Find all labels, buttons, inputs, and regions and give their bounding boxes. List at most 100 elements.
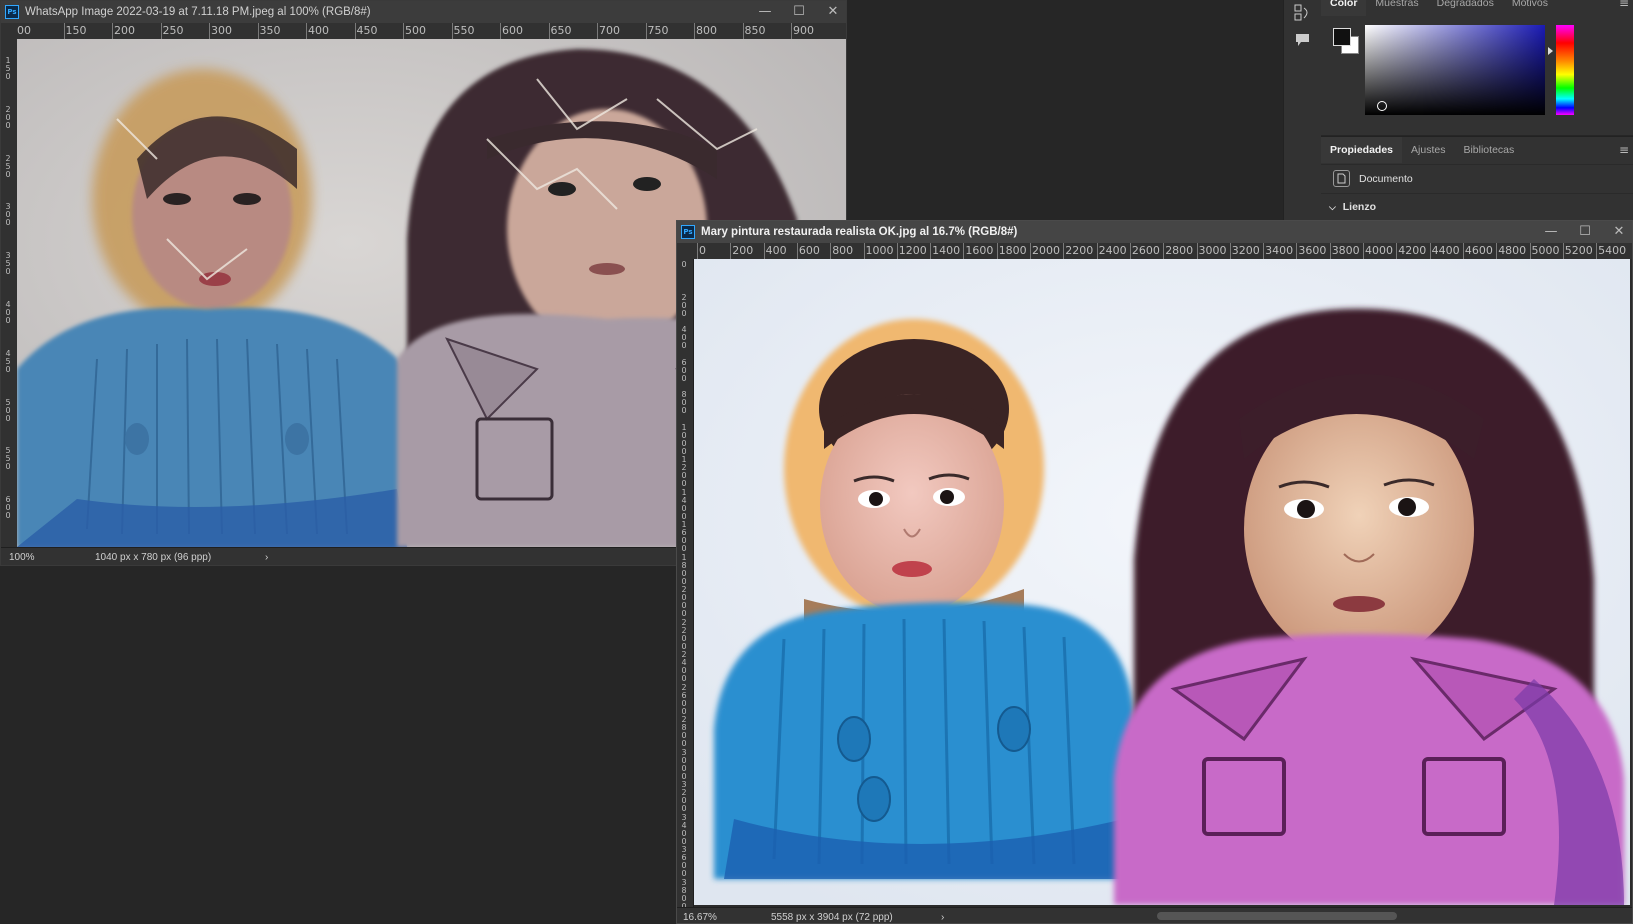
ruler-tick-label: 0 [681, 260, 687, 269]
ruler-tick-label: 2 4 0 0 [681, 650, 687, 683]
ruler-tick-label: 150 [65, 24, 87, 37]
ruler-tick-label: 800 [696, 24, 717, 37]
ruler-tick-label: 300 [211, 24, 232, 37]
ruler-tick-line [1529, 243, 1531, 259]
ruler-tick-line [1030, 243, 1031, 259]
ruler-tick-label: 2000 [1032, 244, 1060, 257]
document-properties-row: Documento [1321, 164, 1633, 194]
ruler-tick-label: 3 5 0 [5, 251, 11, 277]
maximize-icon[interactable]: ☐ [1578, 225, 1592, 239]
history-icon[interactable] [1294, 4, 1311, 21]
minimize-icon[interactable]: — [1544, 225, 1558, 239]
ruler-tick-label: 500 [405, 24, 426, 37]
hue-slider-arrow[interactable] [1548, 47, 1553, 55]
ruler-tick-line [1163, 243, 1165, 259]
ruler-tick-label: 2 5 0 [5, 153, 11, 179]
ruler-tick-line [930, 243, 932, 259]
photoshop-icon: Ps [681, 225, 695, 239]
ruler-tick-label: 200 [732, 244, 754, 257]
ruler-tick-line [597, 23, 598, 39]
panel-menu-icon[interactable]: ≡ [1619, 143, 1629, 157]
vertical-ruler[interactable]: 1 5 0 2 0 0 2 5 0 3 0 0 3 5 0 4 0 0 4 5 0 5 0 0… [1, 39, 18, 547]
ruler-tick-label: 5000 [1531, 244, 1560, 257]
ruler-tick-line [742, 23, 744, 39]
tab-motivos[interactable]: Motivos [1503, 0, 1557, 16]
zoom-level[interactable]: 16.67% [683, 912, 733, 923]
horizontal-ruler[interactable]: 00 150 200 250 300 350 400 450 500 550 600 650 700 75… [17, 23, 846, 40]
document-window-restored[interactable]: Ps Mary pintura restaurada realista OK.j… [676, 220, 1633, 924]
ruler-tick-line [209, 23, 210, 39]
comment-icon[interactable] [1295, 33, 1310, 47]
ruler-tick-label: 1 4 0 0 [681, 487, 687, 521]
ruler-tick-line [354, 23, 356, 39]
ruler-tick-label: 900 [793, 24, 814, 37]
ruler-tick-line [863, 243, 865, 259]
ruler-tick-label: 4800 [1498, 244, 1527, 257]
tab-color[interactable]: Color [1321, 0, 1367, 16]
tab-ajustes[interactable]: Ajustes [1402, 137, 1454, 163]
status-menu-arrow[interactable]: › [265, 552, 268, 563]
tab-degradados[interactable]: Degradados [1428, 0, 1503, 16]
ruler-tick-line [697, 243, 698, 259]
ruler-tick-label: 2800 [1165, 244, 1194, 257]
ruler-tick-label: 2600 [1131, 244, 1160, 257]
document-titlebar[interactable]: Ps Mary pintura restaurada realista OK.j… [677, 221, 1632, 244]
ruler-tick-label: 4600 [1464, 244, 1493, 257]
vertical-ruler[interactable]: 0 2 0 0 4 0 0 6 0 0 8 0 0 1 0 0 01 2 0 01 4 0… [677, 259, 694, 907]
color-field-picker[interactable] [1365, 25, 1545, 115]
tab-propiedades[interactable]: Propiedades [1321, 137, 1403, 163]
close-icon[interactable]: ✕ [826, 5, 840, 19]
color-picker-cursor[interactable] [1377, 101, 1387, 111]
ruler-tick-label: 1 8 0 0 [681, 552, 687, 586]
ruler-tick-label: 450 [356, 24, 378, 37]
ruler-tick-label: 3400 [1265, 244, 1294, 257]
zoom-level[interactable]: 100% [9, 552, 59, 563]
properties-panel: Propiedades Ajustes Bibliotecas ≡ Docume… [1321, 136, 1633, 231]
ruler-tick-line [730, 243, 732, 259]
ruler-tick-line [1096, 243, 1098, 259]
ruler-tick-label: 5400 [1598, 244, 1627, 257]
ruler-tick-label: 00 [17, 24, 31, 37]
ruler-tick-line [1496, 243, 1498, 259]
section-lienzo[interactable]: ⌵ Lienzo [1329, 201, 1376, 213]
ruler-tick-label: 1800 [998, 244, 1027, 257]
ruler-tick-label: 3600 [1298, 244, 1327, 257]
hue-slider[interactable] [1556, 25, 1574, 115]
ruler-tick-line [1396, 243, 1398, 259]
ruler-tick-label: 1 0 0 0 [681, 422, 687, 456]
ruler-tick-line [160, 23, 162, 39]
tab-muestras[interactable]: Muestras [1366, 0, 1427, 16]
horizontal-scrollbar[interactable] [1157, 912, 1397, 920]
ruler-tick-label: 0 [699, 244, 706, 257]
canvas-restored-painting[interactable] [694, 259, 1632, 905]
ruler-tick-label: 4 5 0 [5, 348, 11, 374]
document-statusbar: 16.67% 5558 px x 3904 px (72 ppp) › [677, 907, 1632, 923]
ruler-tick-line [694, 23, 695, 39]
ruler-tick-line [1263, 243, 1265, 259]
ruler-tick-line [996, 243, 998, 259]
ruler-tick-label: 3800 [1331, 244, 1360, 257]
foreground-color-swatch[interactable] [1333, 28, 1351, 46]
ruler-tick-line [1229, 243, 1231, 259]
horizontal-ruler[interactable]: 0 200 400 600 800 1000 1200 1400 1600 1800 2000 220… [693, 243, 1632, 260]
close-icon[interactable]: ✕ [1612, 225, 1626, 239]
maximize-icon[interactable]: ☐ [792, 5, 806, 19]
ruler-corner[interactable] [677, 243, 693, 259]
ruler-tick-line [896, 243, 898, 259]
ruler-tick-label: 6 0 0 [681, 357, 687, 383]
ruler-tick-label: 1400 [932, 244, 961, 257]
minimize-icon[interactable]: — [758, 5, 772, 19]
ruler-tick-label: 400 [765, 244, 787, 257]
document-size-info: 1040 px x 780 px (96 ppp) [95, 551, 212, 563]
ruler-tick-label: 2 8 0 0 [681, 715, 687, 748]
ruler-tick-line [306, 23, 307, 39]
status-menu-arrow[interactable]: › [941, 912, 944, 923]
ruler-tick-label: 800 [832, 244, 854, 257]
panel-menu-icon[interactable]: ≡ [1619, 0, 1629, 10]
ruler-corner[interactable] [1, 23, 17, 39]
tab-bibliotecas[interactable]: Bibliotecas [1454, 137, 1523, 163]
document-titlebar[interactable]: Ps WhatsApp Image 2022-03-19 at 7.11.18 … [1, 1, 846, 24]
ruler-tick-label: 600 [798, 244, 820, 257]
ruler-tick-label: 2400 [1098, 244, 1127, 257]
ruler-tick-line [791, 23, 792, 39]
